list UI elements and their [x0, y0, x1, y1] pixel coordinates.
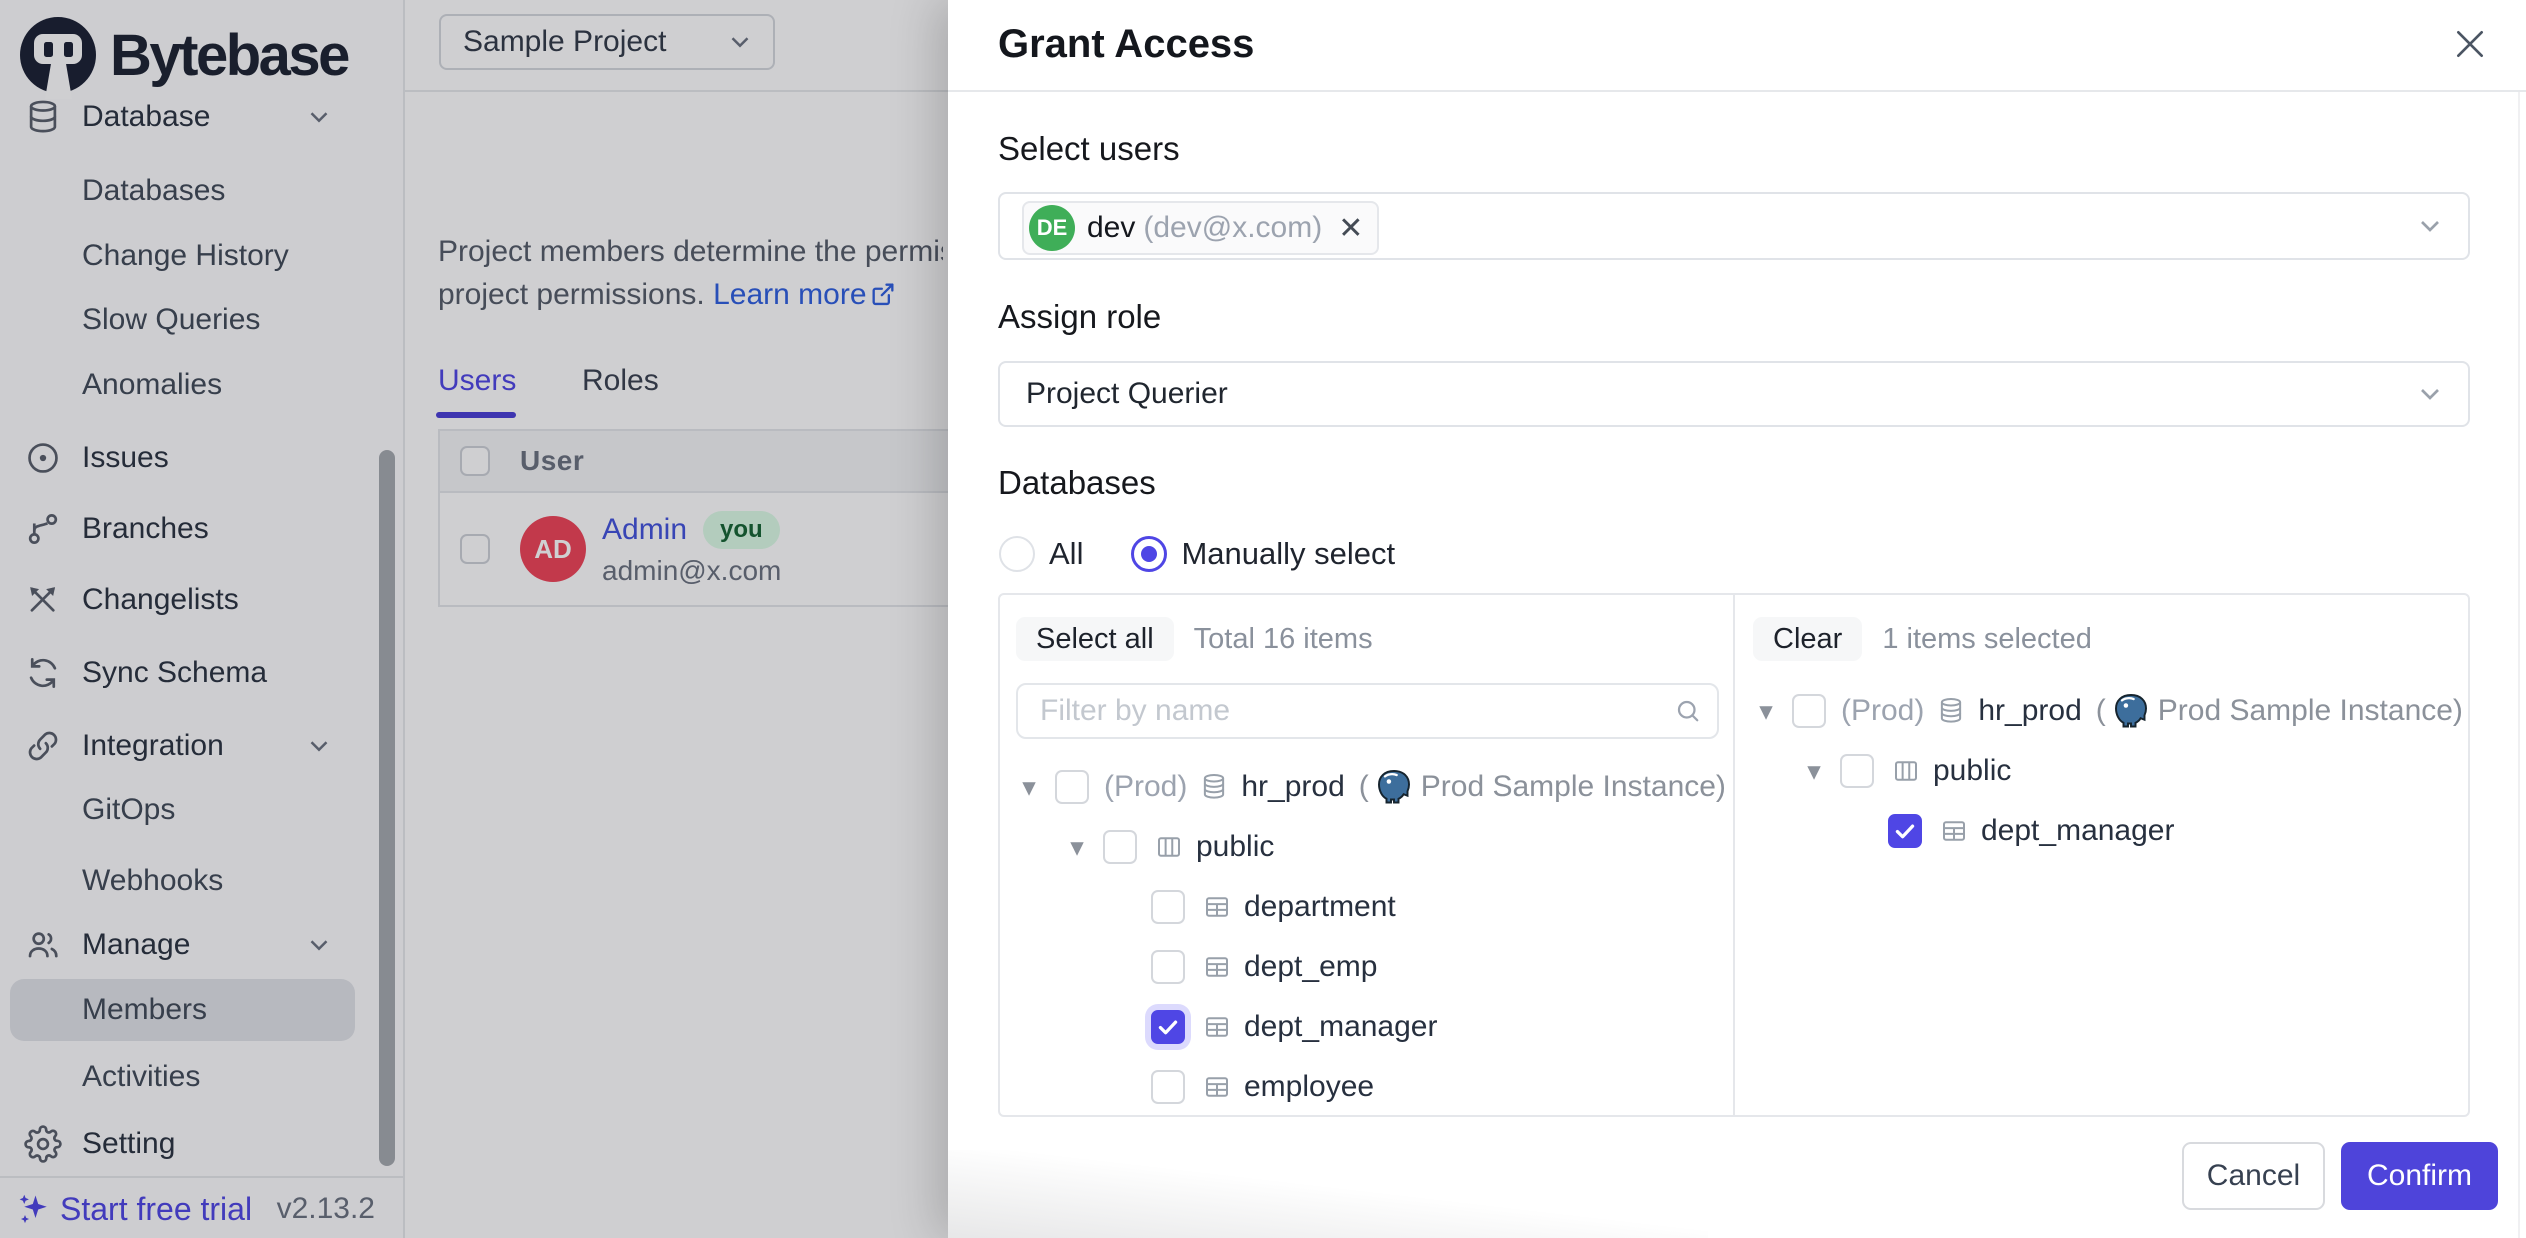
- database-transfer-panel: Select all Total 16 items ▾ (Prod) hr_pr…: [998, 593, 2470, 1117]
- node-name: hr_prod: [1241, 770, 1344, 804]
- close-icon[interactable]: [2446, 20, 2494, 68]
- postgresql-icon: [1373, 768, 1415, 807]
- chip-user-name: dev: [1087, 211, 1135, 245]
- role-select-value: Project Querier: [1026, 377, 1228, 411]
- node-name: dept_emp: [1244, 950, 1377, 984]
- node-name: public: [1196, 830, 1274, 864]
- checkbox[interactable]: [1792, 694, 1826, 728]
- environment-label: (Prod): [1104, 770, 1187, 804]
- caret-down-icon[interactable]: ▾: [1751, 696, 1781, 726]
- source-tree-panel: Select all Total 16 items ▾ (Prod) hr_pr…: [1000, 595, 1735, 1115]
- search-icon: [1673, 696, 1703, 726]
- role-select[interactable]: Project Querier: [998, 361, 2470, 427]
- node-name: employee: [1244, 1070, 1374, 1104]
- confirm-button[interactable]: Confirm: [2341, 1142, 2498, 1210]
- chevron-down-icon: [2414, 378, 2446, 410]
- node-name: department: [1244, 890, 1396, 924]
- filter-input[interactable]: [1016, 683, 1719, 739]
- checkbox[interactable]: [1840, 754, 1874, 788]
- checkbox[interactable]: [1103, 830, 1137, 864]
- checkbox[interactable]: [1151, 950, 1185, 984]
- user-chip: DE dev (dev@x.com) ✕: [1022, 201, 1379, 255]
- modal-header: Grant Access: [948, 0, 2526, 92]
- tree-row-table[interactable]: department: [1110, 877, 1396, 937]
- tree-row-instance[interactable]: ▾ (Prod) hr_prod ( Prod Sample Instance): [1751, 681, 2463, 741]
- environment-label: (Prod): [1841, 694, 1924, 728]
- tree-row-schema[interactable]: ▾ public: [1062, 817, 1274, 877]
- select-all-button[interactable]: Select all: [1016, 617, 1174, 661]
- total-items-label: Total 16 items: [1194, 623, 1373, 656]
- node-name: dept_manager: [1244, 1010, 1437, 1044]
- caret-down-icon[interactable]: ▾: [1062, 832, 1092, 862]
- modal-scrollbar-gutter[interactable]: [2518, 92, 2526, 1238]
- checkbox[interactable]: [1151, 1070, 1185, 1104]
- node-name: dept_manager: [1981, 814, 2174, 848]
- chip-remove-icon[interactable]: ✕: [1338, 211, 1363, 246]
- schema-icon: [1891, 756, 1921, 786]
- clear-button[interactable]: Clear: [1753, 617, 1862, 661]
- chevron-down-icon: [2414, 210, 2446, 242]
- instance-name: Prod Sample Instance): [1421, 770, 1726, 804]
- caret-down-icon[interactable]: ▾: [1799, 756, 1829, 786]
- node-name: public: [1933, 754, 2011, 788]
- checkbox[interactable]: [1151, 890, 1185, 924]
- select-users-label: Select users: [998, 130, 1180, 168]
- checkbox-checked[interactable]: [1151, 1010, 1185, 1044]
- database-scope-radios: All Manually select: [999, 534, 1395, 574]
- modal-title: Grant Access: [998, 22, 1254, 67]
- instance-name: Prod Sample Instance): [2158, 694, 2463, 728]
- databases-label: Databases: [998, 464, 1156, 502]
- table-icon: [1202, 892, 1232, 922]
- table-icon: [1202, 1072, 1232, 1102]
- tree-row-table-selected[interactable]: dept_manager: [1110, 997, 1437, 1057]
- radio-all[interactable]: [999, 536, 1035, 572]
- paren: (: [1359, 770, 1369, 804]
- selected-count-label: 1 items selected: [1882, 623, 2092, 656]
- schema-icon: [1154, 832, 1184, 862]
- postgresql-icon: [2110, 692, 2152, 731]
- filter-field: [1016, 683, 1719, 739]
- chip-user-email: (dev@x.com): [1143, 211, 1322, 245]
- avatar: DE: [1029, 205, 1075, 251]
- selected-tree-panel: Clear 1 items selected ▾ (Prod) hr_prod …: [1737, 595, 2470, 1115]
- grant-access-modal: Grant Access Select users DE dev (dev@x.…: [948, 0, 2526, 1238]
- radio-manual-label[interactable]: Manually select: [1181, 536, 1395, 572]
- tree-row-table-selected[interactable]: dept_manager: [1847, 801, 2174, 861]
- caret-down-icon[interactable]: ▾: [1014, 772, 1044, 802]
- table-icon: [1202, 1012, 1232, 1042]
- checkbox-checked[interactable]: [1888, 814, 1922, 848]
- table-icon: [1202, 952, 1232, 982]
- database-icon: [1936, 696, 1966, 726]
- database-icon: [1199, 772, 1229, 802]
- tree-row-table[interactable]: dept_emp: [1110, 937, 1377, 997]
- scroll-shadow: [948, 1150, 1708, 1238]
- tree-row-table[interactable]: employee: [1110, 1057, 1374, 1117]
- bytebase-app: Bytebase Database Databases Change Histo…: [0, 0, 2526, 1238]
- users-multiselect[interactable]: DE dev (dev@x.com) ✕: [998, 192, 2470, 260]
- checkbox[interactable]: [1055, 770, 1089, 804]
- tree-row-instance[interactable]: ▾ (Prod) hr_prod ( Prod Sample Instance): [1014, 757, 1726, 817]
- radio-all-label[interactable]: All: [1049, 536, 1083, 572]
- table-icon: [1939, 816, 1969, 846]
- radio-manually-select[interactable]: [1131, 536, 1167, 572]
- node-name: hr_prod: [1978, 694, 2081, 728]
- assign-role-label: Assign role: [998, 298, 1161, 336]
- paren: (: [2096, 694, 2106, 728]
- tree-row-schema[interactable]: ▾ public: [1799, 741, 2011, 801]
- cancel-button[interactable]: Cancel: [2182, 1142, 2325, 1210]
